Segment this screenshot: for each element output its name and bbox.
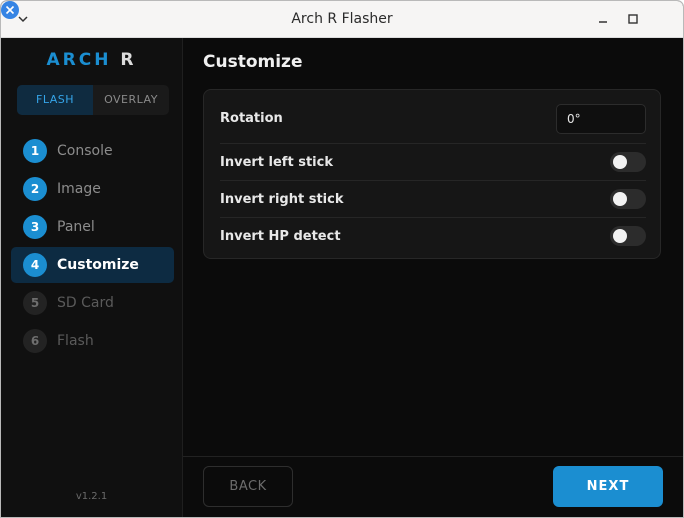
step-label: Customize bbox=[57, 257, 139, 273]
settings-card: Rotation Invert left stick Invert right … bbox=[203, 89, 661, 259]
invert-right-stick-label: Invert right stick bbox=[220, 192, 344, 207]
tab-flash[interactable]: FLASH bbox=[17, 85, 93, 115]
step-number: 2 bbox=[23, 177, 47, 201]
step-label: Panel bbox=[57, 219, 95, 235]
step-label: SD Card bbox=[57, 295, 114, 311]
rotation-label: Rotation bbox=[220, 111, 283, 126]
window-title: Arch R Flasher bbox=[291, 11, 393, 27]
sidebar: ARCH R FLASH OVERLAY 1 Console 2 Image 3… bbox=[1, 38, 183, 517]
step-item-console[interactable]: 1 Console bbox=[11, 133, 174, 169]
next-button[interactable]: NEXT bbox=[553, 466, 663, 507]
invert-left-stick-toggle[interactable] bbox=[610, 152, 646, 172]
invert-right-stick-toggle[interactable] bbox=[610, 189, 646, 209]
step-label: Image bbox=[57, 181, 101, 197]
setting-row-invert-right-stick: Invert right stick bbox=[220, 181, 646, 218]
title-bar: Arch R Flasher bbox=[1, 1, 683, 38]
maximize-icon[interactable] bbox=[625, 11, 641, 27]
minimize-icon[interactable] bbox=[595, 11, 611, 27]
version-label: v1.2.1 bbox=[75, 491, 108, 502]
page-title: Customize bbox=[203, 52, 303, 72]
setting-row-invert-left-stick: Invert left stick bbox=[220, 144, 646, 181]
app-window: Arch R Flasher ARCH R FLASH OVERLAY 1 Co… bbox=[0, 0, 684, 518]
toggle-knob bbox=[613, 155, 627, 169]
step-item-flash: 6 Flash bbox=[11, 323, 174, 359]
brand-part-arch: ARCH bbox=[46, 50, 112, 70]
brand-logo: ARCH R bbox=[1, 50, 182, 70]
step-label: Flash bbox=[57, 333, 94, 349]
rotation-input[interactable] bbox=[556, 104, 646, 134]
step-item-sd-card: 5 SD Card bbox=[11, 285, 174, 321]
setting-row-invert-hp-detect: Invert HP detect bbox=[220, 218, 646, 255]
toggle-knob bbox=[613, 192, 627, 206]
invert-left-stick-label: Invert left stick bbox=[220, 155, 333, 170]
main-panel: Customize Rotation Invert left stick Inv… bbox=[183, 38, 683, 517]
step-item-panel[interactable]: 3 Panel bbox=[11, 209, 174, 245]
brand-part-r: R bbox=[120, 50, 137, 70]
step-number: 6 bbox=[23, 329, 47, 353]
tab-overlay[interactable]: OVERLAY bbox=[93, 85, 169, 115]
step-number: 5 bbox=[23, 291, 47, 315]
step-list: 1 Console 2 Image 3 Panel 4 Customize 5 … bbox=[11, 133, 174, 361]
step-label: Console bbox=[57, 143, 113, 159]
step-number: 1 bbox=[23, 139, 47, 163]
step-number: 4 bbox=[23, 253, 47, 277]
step-number: 3 bbox=[23, 215, 47, 239]
step-item-image[interactable]: 2 Image bbox=[11, 171, 174, 207]
back-button[interactable]: BACK bbox=[203, 466, 293, 507]
invert-hp-detect-label: Invert HP detect bbox=[220, 229, 341, 244]
mode-toggle: FLASH OVERLAY bbox=[17, 85, 169, 115]
invert-hp-detect-toggle[interactable] bbox=[610, 226, 646, 246]
step-item-customize[interactable]: 4 Customize bbox=[11, 247, 174, 283]
toggle-knob bbox=[613, 229, 627, 243]
footer-divider bbox=[183, 456, 683, 457]
